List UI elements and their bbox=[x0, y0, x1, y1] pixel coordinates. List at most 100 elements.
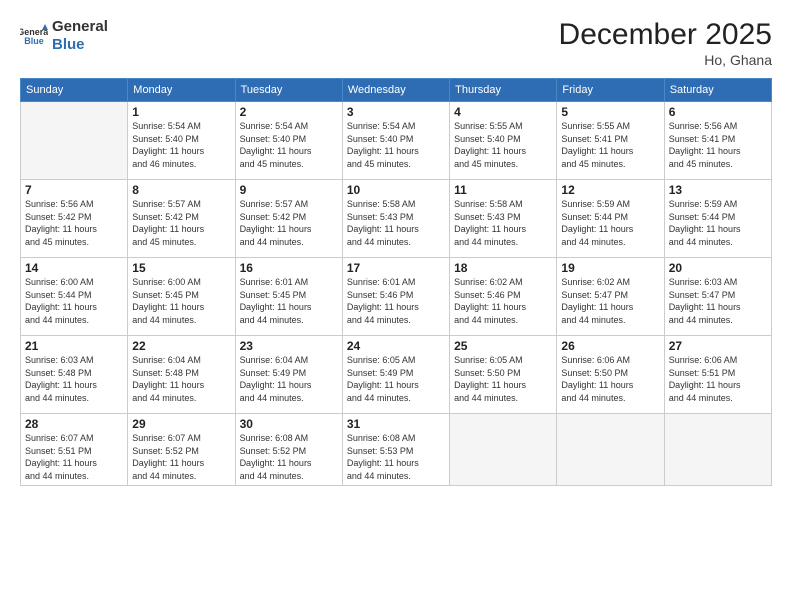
calendar-cell: 4Sunrise: 5:55 AM Sunset: 5:40 PM Daylig… bbox=[450, 102, 557, 180]
weekday-header: Monday bbox=[128, 79, 235, 102]
calendar-cell: 12Sunrise: 5:59 AM Sunset: 5:44 PM Dayli… bbox=[557, 180, 664, 258]
day-info: Sunrise: 6:00 AM Sunset: 5:45 PM Dayligh… bbox=[132, 276, 230, 326]
calendar-cell: 30Sunrise: 6:08 AM Sunset: 5:52 PM Dayli… bbox=[235, 414, 342, 486]
calendar-cell bbox=[450, 414, 557, 486]
weekday-header: Saturday bbox=[664, 79, 771, 102]
svg-text:Blue: Blue bbox=[24, 36, 44, 46]
day-number: 24 bbox=[347, 339, 445, 353]
day-info: Sunrise: 5:59 AM Sunset: 5:44 PM Dayligh… bbox=[561, 198, 659, 248]
day-number: 6 bbox=[669, 105, 767, 119]
calendar-cell: 23Sunrise: 6:04 AM Sunset: 5:49 PM Dayli… bbox=[235, 336, 342, 414]
calendar-subtitle: Ho, Ghana bbox=[559, 52, 772, 68]
day-info: Sunrise: 6:01 AM Sunset: 5:46 PM Dayligh… bbox=[347, 276, 445, 326]
day-number: 1 bbox=[132, 105, 230, 119]
calendar-cell: 19Sunrise: 6:02 AM Sunset: 5:47 PM Dayli… bbox=[557, 258, 664, 336]
day-number: 9 bbox=[240, 183, 338, 197]
day-info: Sunrise: 6:02 AM Sunset: 5:47 PM Dayligh… bbox=[561, 276, 659, 326]
calendar-cell: 25Sunrise: 6:05 AM Sunset: 5:50 PM Dayli… bbox=[450, 336, 557, 414]
day-info: Sunrise: 6:01 AM Sunset: 5:45 PM Dayligh… bbox=[240, 276, 338, 326]
day-info: Sunrise: 6:04 AM Sunset: 5:49 PM Dayligh… bbox=[240, 354, 338, 404]
day-number: 20 bbox=[669, 261, 767, 275]
day-number: 8 bbox=[132, 183, 230, 197]
calendar-cell: 26Sunrise: 6:06 AM Sunset: 5:50 PM Dayli… bbox=[557, 336, 664, 414]
day-info: Sunrise: 6:00 AM Sunset: 5:44 PM Dayligh… bbox=[25, 276, 123, 326]
calendar-table: SundayMondayTuesdayWednesdayThursdayFrid… bbox=[20, 78, 772, 486]
day-number: 23 bbox=[240, 339, 338, 353]
calendar-cell: 29Sunrise: 6:07 AM Sunset: 5:52 PM Dayli… bbox=[128, 414, 235, 486]
weekday-header: Tuesday bbox=[235, 79, 342, 102]
day-number: 30 bbox=[240, 417, 338, 431]
weekday-header: Wednesday bbox=[342, 79, 449, 102]
calendar-cell: 3Sunrise: 5:54 AM Sunset: 5:40 PM Daylig… bbox=[342, 102, 449, 180]
weekday-header-row: SundayMondayTuesdayWednesdayThursdayFrid… bbox=[21, 79, 772, 102]
day-info: Sunrise: 5:54 AM Sunset: 5:40 PM Dayligh… bbox=[132, 120, 230, 170]
header: General Blue General Blue December 2025 … bbox=[20, 18, 772, 68]
calendar-cell: 31Sunrise: 6:08 AM Sunset: 5:53 PM Dayli… bbox=[342, 414, 449, 486]
day-info: Sunrise: 6:04 AM Sunset: 5:48 PM Dayligh… bbox=[132, 354, 230, 404]
calendar-cell: 16Sunrise: 6:01 AM Sunset: 5:45 PM Dayli… bbox=[235, 258, 342, 336]
day-info: Sunrise: 5:57 AM Sunset: 5:42 PM Dayligh… bbox=[132, 198, 230, 248]
calendar-cell: 6Sunrise: 5:56 AM Sunset: 5:41 PM Daylig… bbox=[664, 102, 771, 180]
day-number: 19 bbox=[561, 261, 659, 275]
day-info: Sunrise: 5:57 AM Sunset: 5:42 PM Dayligh… bbox=[240, 198, 338, 248]
weekday-header: Sunday bbox=[21, 79, 128, 102]
calendar-cell: 8Sunrise: 5:57 AM Sunset: 5:42 PM Daylig… bbox=[128, 180, 235, 258]
day-number: 18 bbox=[454, 261, 552, 275]
day-number: 14 bbox=[25, 261, 123, 275]
day-info: Sunrise: 5:54 AM Sunset: 5:40 PM Dayligh… bbox=[347, 120, 445, 170]
day-number: 31 bbox=[347, 417, 445, 431]
calendar-cell: 10Sunrise: 5:58 AM Sunset: 5:43 PM Dayli… bbox=[342, 180, 449, 258]
calendar-cell: 18Sunrise: 6:02 AM Sunset: 5:46 PM Dayli… bbox=[450, 258, 557, 336]
day-number: 29 bbox=[132, 417, 230, 431]
day-info: Sunrise: 5:59 AM Sunset: 5:44 PM Dayligh… bbox=[669, 198, 767, 248]
day-info: Sunrise: 6:05 AM Sunset: 5:50 PM Dayligh… bbox=[454, 354, 552, 404]
day-number: 22 bbox=[132, 339, 230, 353]
day-info: Sunrise: 6:06 AM Sunset: 5:50 PM Dayligh… bbox=[561, 354, 659, 404]
calendar-cell: 21Sunrise: 6:03 AM Sunset: 5:48 PM Dayli… bbox=[21, 336, 128, 414]
calendar-cell: 9Sunrise: 5:57 AM Sunset: 5:42 PM Daylig… bbox=[235, 180, 342, 258]
day-number: 10 bbox=[347, 183, 445, 197]
calendar-cell: 27Sunrise: 6:06 AM Sunset: 5:51 PM Dayli… bbox=[664, 336, 771, 414]
day-number: 27 bbox=[669, 339, 767, 353]
day-number: 2 bbox=[240, 105, 338, 119]
day-info: Sunrise: 5:56 AM Sunset: 5:42 PM Dayligh… bbox=[25, 198, 123, 248]
title-block: December 2025 Ho, Ghana bbox=[559, 18, 772, 68]
calendar-cell bbox=[21, 102, 128, 180]
day-info: Sunrise: 5:58 AM Sunset: 5:43 PM Dayligh… bbox=[347, 198, 445, 248]
day-number: 26 bbox=[561, 339, 659, 353]
day-info: Sunrise: 6:07 AM Sunset: 5:51 PM Dayligh… bbox=[25, 432, 123, 482]
day-info: Sunrise: 5:55 AM Sunset: 5:40 PM Dayligh… bbox=[454, 120, 552, 170]
day-info: Sunrise: 5:55 AM Sunset: 5:41 PM Dayligh… bbox=[561, 120, 659, 170]
logo-blue: Blue bbox=[52, 36, 85, 53]
calendar-cell: 11Sunrise: 5:58 AM Sunset: 5:43 PM Dayli… bbox=[450, 180, 557, 258]
day-number: 5 bbox=[561, 105, 659, 119]
calendar-cell bbox=[557, 414, 664, 486]
calendar-cell: 5Sunrise: 5:55 AM Sunset: 5:41 PM Daylig… bbox=[557, 102, 664, 180]
calendar-cell: 15Sunrise: 6:00 AM Sunset: 5:45 PM Dayli… bbox=[128, 258, 235, 336]
calendar-cell: 28Sunrise: 6:07 AM Sunset: 5:51 PM Dayli… bbox=[21, 414, 128, 486]
calendar-cell: 20Sunrise: 6:03 AM Sunset: 5:47 PM Dayli… bbox=[664, 258, 771, 336]
day-number: 7 bbox=[25, 183, 123, 197]
logo-general: General bbox=[52, 18, 108, 35]
day-info: Sunrise: 5:56 AM Sunset: 5:41 PM Dayligh… bbox=[669, 120, 767, 170]
day-number: 12 bbox=[561, 183, 659, 197]
day-number: 28 bbox=[25, 417, 123, 431]
day-number: 4 bbox=[454, 105, 552, 119]
day-number: 17 bbox=[347, 261, 445, 275]
logo-text: General Blue bbox=[52, 18, 108, 54]
weekday-header: Friday bbox=[557, 79, 664, 102]
day-info: Sunrise: 6:03 AM Sunset: 5:48 PM Dayligh… bbox=[25, 354, 123, 404]
day-info: Sunrise: 6:05 AM Sunset: 5:49 PM Dayligh… bbox=[347, 354, 445, 404]
day-info: Sunrise: 6:07 AM Sunset: 5:52 PM Dayligh… bbox=[132, 432, 230, 482]
day-info: Sunrise: 6:02 AM Sunset: 5:46 PM Dayligh… bbox=[454, 276, 552, 326]
day-info: Sunrise: 5:54 AM Sunset: 5:40 PM Dayligh… bbox=[240, 120, 338, 170]
calendar-cell: 22Sunrise: 6:04 AM Sunset: 5:48 PM Dayli… bbox=[128, 336, 235, 414]
day-number: 25 bbox=[454, 339, 552, 353]
calendar-page: General Blue General Blue December 2025 … bbox=[0, 0, 792, 612]
calendar-cell: 1Sunrise: 5:54 AM Sunset: 5:40 PM Daylig… bbox=[128, 102, 235, 180]
weekday-header: Thursday bbox=[450, 79, 557, 102]
day-number: 21 bbox=[25, 339, 123, 353]
calendar-cell: 14Sunrise: 6:00 AM Sunset: 5:44 PM Dayli… bbox=[21, 258, 128, 336]
day-info: Sunrise: 6:03 AM Sunset: 5:47 PM Dayligh… bbox=[669, 276, 767, 326]
calendar-cell: 7Sunrise: 5:56 AM Sunset: 5:42 PM Daylig… bbox=[21, 180, 128, 258]
